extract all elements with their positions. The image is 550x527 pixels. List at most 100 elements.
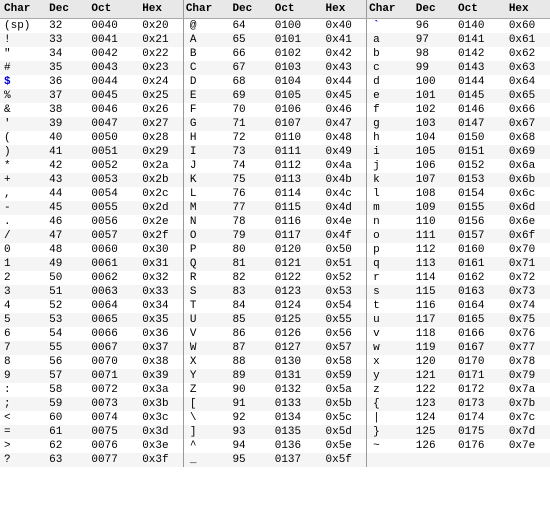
table-cell: 0144	[454, 75, 505, 89]
table-cell: 3	[0, 285, 45, 299]
table-cell: 77	[228, 201, 270, 215]
table-cell: 35	[45, 61, 87, 75]
table-cell: 0x3d	[138, 425, 183, 439]
table-cell: A	[183, 33, 228, 47]
table-cell: 0175	[454, 425, 505, 439]
table-cell: 0x2c	[138, 187, 183, 201]
table-cell: 57	[45, 369, 87, 383]
table-cell	[367, 453, 412, 467]
table-cell: 85	[228, 313, 270, 327]
table-cell: 54	[45, 327, 87, 341]
table-cell: 0062	[87, 271, 138, 285]
table-cell: -	[0, 201, 45, 215]
table-cell: \	[183, 411, 228, 425]
table-cell: 0134	[271, 411, 322, 425]
table-cell: s	[367, 285, 412, 299]
table-cell: x	[367, 355, 412, 369]
table-cell: 87	[228, 341, 270, 355]
table-cell: 38	[45, 103, 87, 117]
table-cell: 89	[228, 369, 270, 383]
header-char1: Char	[0, 0, 45, 19]
table-cell: 0x50	[322, 243, 367, 257]
header-char2: Char	[183, 0, 228, 19]
table-cell: j	[367, 159, 412, 173]
table-cell: >	[0, 439, 45, 453]
table-cell: 0165	[454, 313, 505, 327]
table-cell: 88	[228, 355, 270, 369]
table-cell: 125	[412, 425, 454, 439]
table-cell: r	[367, 271, 412, 285]
table-cell: !	[0, 33, 45, 47]
table-cell: 0x40	[322, 19, 367, 34]
table-cell: 0171	[454, 369, 505, 383]
table-cell: 0x44	[322, 75, 367, 89]
table-cell: B	[183, 47, 228, 61]
table-cell: Y	[183, 369, 228, 383]
table-cell: :	[0, 383, 45, 397]
table-cell: Z	[183, 383, 228, 397]
table-cell: 0042	[87, 47, 138, 61]
table-cell: 113	[412, 257, 454, 271]
table-cell: 0x74	[505, 299, 550, 313]
table-cell: 0046	[87, 103, 138, 117]
table-cell: 0x64	[505, 75, 550, 89]
table-cell: 8	[0, 355, 45, 369]
table-cell: 0x2e	[138, 215, 183, 229]
table-cell: 52	[45, 299, 87, 313]
table-cell: 0x6e	[505, 215, 550, 229]
table-cell: 0047	[87, 117, 138, 131]
table-cell: 0061	[87, 257, 138, 271]
table-cell: 0x51	[322, 257, 367, 271]
table-cell: 0052	[87, 159, 138, 173]
table-cell: V	[183, 327, 228, 341]
table-cell: e	[367, 89, 412, 103]
header-char3: Char	[367, 0, 412, 19]
table-cell: p	[367, 243, 412, 257]
table-cell: 0065	[87, 313, 138, 327]
table-cell: 0x29	[138, 145, 183, 159]
table-cell: 0044	[87, 75, 138, 89]
table-cell: 0x43	[322, 61, 367, 75]
table-cell: T	[183, 299, 228, 313]
table-cell: 61	[45, 425, 87, 439]
table-cell: 48	[45, 243, 87, 257]
table-cell: 0051	[87, 145, 138, 159]
table-cell: 110	[412, 215, 454, 229]
table-cell: I	[183, 145, 228, 159]
table-cell: 90	[228, 383, 270, 397]
table-cell: 0x39	[138, 369, 183, 383]
table-cell: 0145	[454, 89, 505, 103]
table-cell: 34	[45, 47, 87, 61]
table-cell: _	[183, 453, 228, 467]
table-cell: 0x23	[138, 61, 183, 75]
table-cell: 0x42	[322, 47, 367, 61]
table-cell: 0x5b	[322, 397, 367, 411]
table-cell: G	[183, 117, 228, 131]
table-cell: 86	[228, 327, 270, 341]
table-cell: 0055	[87, 201, 138, 215]
table-cell: 121	[412, 369, 454, 383]
table-cell: 55	[45, 341, 87, 355]
table-cell: "	[0, 47, 45, 61]
table-cell: H	[183, 131, 228, 145]
table-cell: 0x5e	[322, 439, 367, 453]
table-cell: 64	[228, 19, 270, 34]
table-cell: &	[0, 103, 45, 117]
table-cell: 0167	[454, 341, 505, 355]
table-cell: 0x2d	[138, 201, 183, 215]
table-cell: ;	[0, 397, 45, 411]
table-cell: 102	[412, 103, 454, 117]
table-cell: 66	[228, 47, 270, 61]
table-cell: 71	[228, 117, 270, 131]
table-cell: v	[367, 327, 412, 341]
table-cell: 0x47	[322, 117, 367, 131]
table-cell: 0174	[454, 411, 505, 425]
table-cell: o	[367, 229, 412, 243]
table-cell: 0x49	[322, 145, 367, 159]
table-cell: 51	[45, 285, 87, 299]
table-cell: i	[367, 145, 412, 159]
table-cell: )	[0, 145, 45, 159]
table-cell: 68	[228, 75, 270, 89]
table-cell: m	[367, 201, 412, 215]
table-cell: 95	[228, 453, 270, 467]
